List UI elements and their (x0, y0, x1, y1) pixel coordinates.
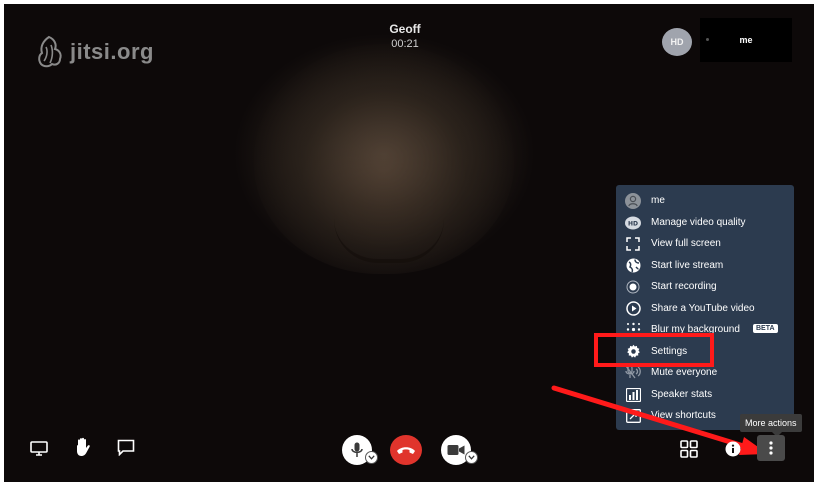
menu-item-label: me (651, 195, 665, 206)
chevron-down-icon (468, 455, 475, 460)
chat-button[interactable] (115, 437, 137, 457)
caller-name: Geoff (389, 22, 421, 36)
call-duration: 00:21 (391, 38, 419, 50)
microphone-icon (351, 442, 363, 457)
raise-hand-button[interactable] (72, 436, 94, 458)
tile-view-icon (680, 440, 698, 458)
menu-item-label: Manage video quality (651, 217, 746, 228)
shortcuts-icon (624, 407, 642, 424)
caller-info: Geoff 00:21 (360, 22, 450, 50)
menu-item-view-full-screen[interactable]: View full screen (616, 233, 794, 254)
self-view-thumbnail[interactable]: me (700, 18, 792, 62)
chat-icon (117, 439, 135, 456)
menu-item-label: Share a YouTube video (651, 303, 755, 314)
screen-share-button[interactable] (28, 438, 50, 458)
camera-icon (447, 445, 465, 455)
menu-item-label: View full screen (651, 238, 721, 249)
menu-item-label: Mute everyone (651, 367, 718, 378)
menu-item-share-youtube-video[interactable]: Share a YouTube video (616, 298, 794, 319)
hd-icon: HD (624, 214, 642, 231)
hangup-button[interactable] (390, 435, 422, 465)
more-actions-tooltip: More actions (740, 414, 802, 437)
microphone-options-toggle[interactable] (365, 451, 378, 464)
info-icon (725, 441, 741, 457)
logo-text: jitsi.org (70, 39, 154, 64)
info-button[interactable] (722, 438, 744, 460)
more-actions-menu: me HD Manage video quality View full scr… (616, 185, 794, 430)
self-view-label: me (739, 35, 753, 45)
record-icon (624, 278, 642, 295)
menu-item-start-recording[interactable]: Start recording (616, 276, 794, 297)
screen-share-icon (30, 441, 48, 456)
video-quality-badge[interactable]: HD (662, 28, 692, 56)
jitsi-logo[interactable]: jitsi.org (34, 34, 154, 70)
avatar-icon (624, 192, 642, 209)
svg-text:HD: HD (628, 220, 638, 227)
self-view-indicator (706, 38, 709, 41)
menu-item-speaker-stats[interactable]: Speaker stats (616, 384, 794, 405)
menu-item-start-live-stream[interactable]: Start live stream (616, 255, 794, 276)
chevron-down-icon (368, 455, 375, 460)
camera-options-toggle[interactable] (465, 451, 478, 464)
menu-item-label: Start live stream (651, 260, 724, 271)
bar-chart-icon (624, 386, 642, 403)
menu-item-label: Speaker stats (651, 389, 713, 400)
beta-badge: BETA (753, 324, 778, 333)
jitsi-logo-icon (38, 35, 62, 68)
more-actions-icon (769, 441, 773, 455)
menu-item-manage-video-quality[interactable]: HD Manage video quality (616, 212, 794, 233)
raise-hand-icon (77, 437, 90, 456)
settings-highlight-box (594, 333, 714, 367)
menu-item-me[interactable]: me (616, 190, 794, 211)
globe-icon (624, 257, 642, 274)
more-actions-button[interactable] (757, 435, 785, 461)
menu-item-label: Start recording (651, 281, 717, 292)
hangup-icon (397, 447, 415, 454)
menu-item-label: View shortcuts (651, 410, 716, 421)
fullscreen-icon (624, 235, 642, 252)
play-circle-icon (624, 300, 642, 317)
tile-view-button[interactable] (678, 438, 700, 460)
